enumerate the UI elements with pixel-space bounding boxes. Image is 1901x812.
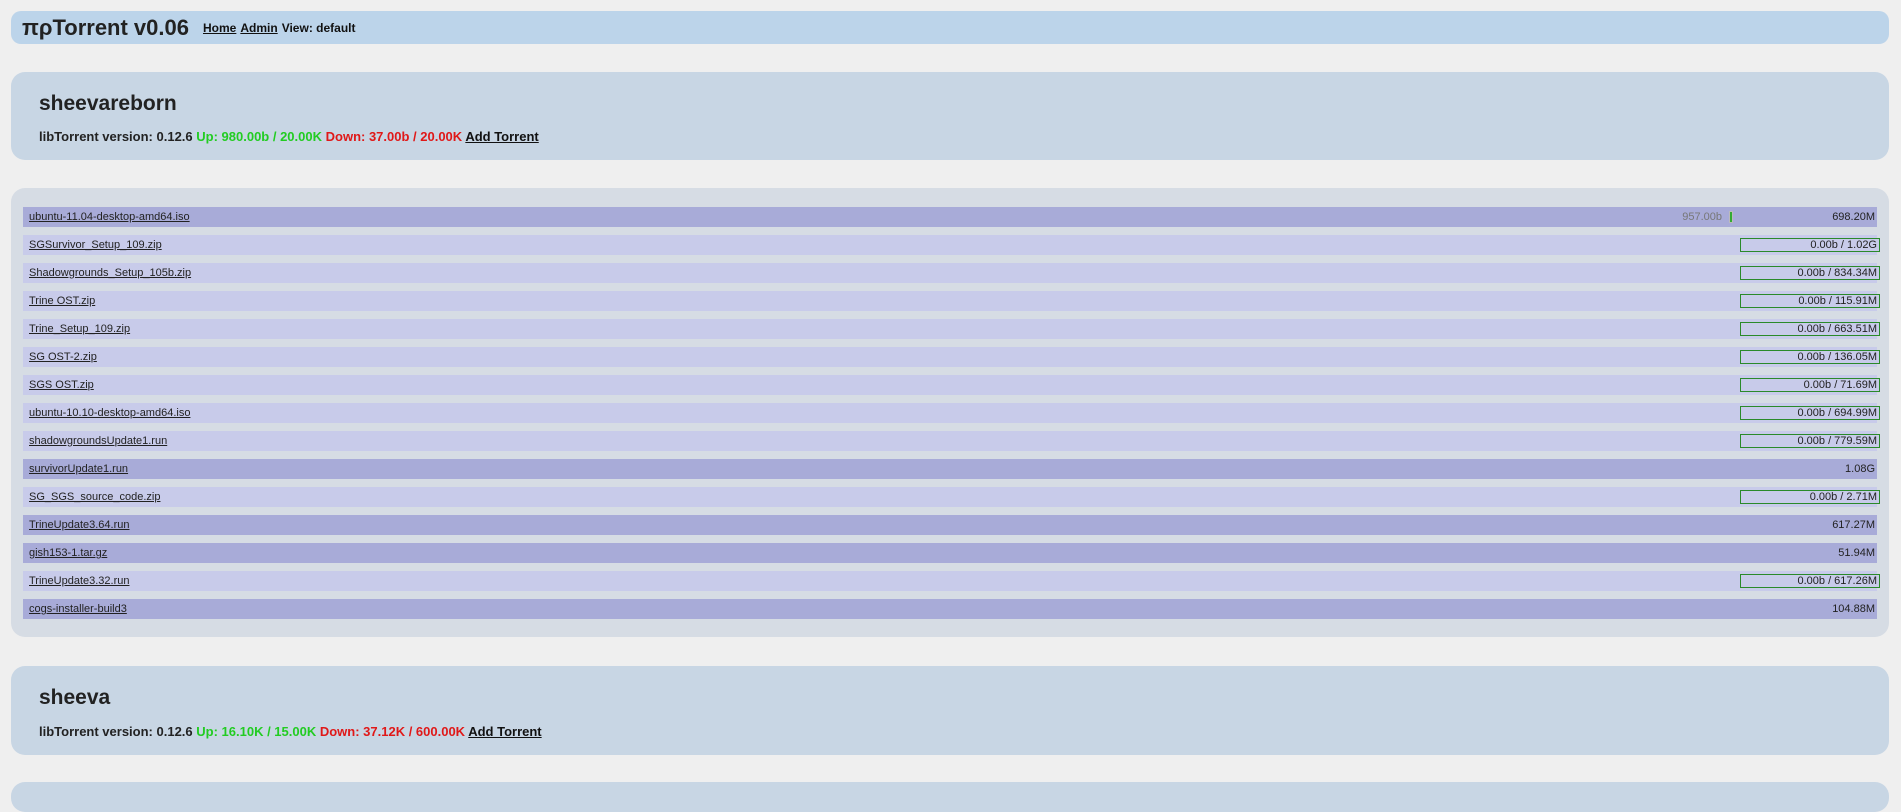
nav-home-link[interactable]: Home <box>203 21 236 35</box>
progress-box: 0.00b / 834.34M <box>1740 266 1880 280</box>
server-name: sheevareborn <box>39 92 177 115</box>
add-torrent-link[interactable]: Add Torrent <box>465 129 538 144</box>
server-panel-sheevareborn: sheevareborn libTorrent version: 0.12.6 … <box>11 72 1889 160</box>
torrent-name-link[interactable]: SG OST-2.zip <box>29 351 97 363</box>
progress-box: 0.00b / 779.59M <box>1740 434 1880 448</box>
server-panel-sheeva: sheeva libTorrent version: 0.12.6 Up: 16… <box>11 666 1889 755</box>
torrent-size: 51.94M <box>1838 547 1875 559</box>
torrent-row[interactable]: ubuntu-11.04-desktop-amd64.iso 957.00b 698… <box>23 207 1877 227</box>
torrent-size: 617.27M <box>1832 519 1875 531</box>
progress-box: 0.00b / 2.71M <box>1740 490 1880 504</box>
activity-meter <box>1729 211 1733 223</box>
torrent-name-link[interactable]: Shadowgrounds_Setup_105b.zip <box>29 267 191 279</box>
torrent-row[interactable]: Trine_Setup_109.zip 0.00b / 663.51M <box>23 319 1880 339</box>
top-bar: πρTorrent v0.06 Home Admin View: default <box>11 11 1889 44</box>
lib-version: libTorrent version: 0.12.6 <box>39 724 193 739</box>
torrent-size: 1.08G <box>1845 463 1875 475</box>
torrent-row[interactable]: SG OST-2.zip 0.00b / 136.05M <box>23 347 1880 367</box>
next-panel-edge <box>11 782 1889 812</box>
upload-rate: Up: 16.10K / 15.00K <box>196 724 317 739</box>
torrent-row[interactable]: SG_SGS_source_code.zip 0.00b / 2.71M <box>23 487 1880 507</box>
torrent-name-link[interactable]: TrineUpdate3.64.run <box>29 519 130 531</box>
torrent-name-link[interactable]: TrineUpdate3.32.run <box>29 575 130 587</box>
torrent-row[interactable]: TrineUpdate3.64.run 617.27M <box>23 515 1877 535</box>
progress-box: 0.00b / 617.26M <box>1740 574 1880 588</box>
server-info: libTorrent version: 0.12.6 Up: 16.10K / … <box>39 724 542 739</box>
progress-box: 0.00b / 115.91M <box>1740 294 1880 308</box>
upload-rate: Up: 980.00b / 20.00K <box>196 129 322 144</box>
torrent-row[interactable]: survivorUpdate1.run 1.08G <box>23 459 1877 479</box>
torrent-row[interactable]: Trine OST.zip 0.00b / 115.91M <box>23 291 1880 311</box>
torrent-list: ubuntu-11.04-desktop-amd64.iso 957.00b 698… <box>11 188 1889 637</box>
torrent-name-link[interactable]: SG_SGS_source_code.zip <box>29 491 160 503</box>
add-torrent-link[interactable]: Add Torrent <box>468 724 541 739</box>
torrent-row[interactable]: TrineUpdate3.32.run 0.00b / 617.26M <box>23 571 1880 591</box>
torrent-name-link[interactable]: Trine_Setup_109.zip <box>29 323 130 335</box>
torrent-name-link[interactable]: SGS OST.zip <box>29 379 94 391</box>
torrent-row[interactable]: SGSurvivor_Setup_109.zip 0.00b / 1.02G <box>23 235 1880 255</box>
progress-box: 0.00b / 1.02G <box>1740 238 1880 252</box>
download-rate: Down: 37.12K / 600.00K <box>319 724 466 739</box>
torrent-name-link[interactable]: SGSurvivor_Setup_109.zip <box>29 239 162 251</box>
torrent-row[interactable]: SGS OST.zip 0.00b / 71.69M <box>23 375 1880 395</box>
view-label: View: default <box>281 20 356 35</box>
torrent-row[interactable]: Shadowgrounds_Setup_105b.zip 0.00b / 834.… <box>23 263 1880 283</box>
server-name: sheeva <box>39 686 111 709</box>
progress-box: 0.00b / 136.05M <box>1740 350 1880 364</box>
progress-box: 0.00b / 71.69M <box>1740 378 1880 392</box>
download-rate: Down: 37.00b / 20.00K <box>325 129 463 144</box>
torrent-row[interactable]: gish153-1.tar.gz 51.94M <box>23 543 1877 563</box>
lib-version: libTorrent version: 0.12.6 <box>39 129 193 144</box>
torrent-row[interactable]: ubuntu-10.10-desktop-amd64.iso 0.00b / 69… <box>23 403 1880 423</box>
torrent-name-link[interactable]: cogs-installer-build3 <box>29 603 127 615</box>
transfer-rate: 957.00b <box>1682 211 1722 223</box>
progress-box: 0.00b / 663.51M <box>1740 322 1880 336</box>
torrent-name-link[interactable]: shadowgroundsUpdate1.run <box>29 435 167 447</box>
app-title: πρTorrent v0.06 <box>22 14 189 40</box>
torrent-row[interactable]: cogs-installer-build3 104.88M <box>23 599 1877 619</box>
torrent-name-link[interactable]: survivorUpdate1.run <box>29 463 128 475</box>
torrent-size: 104.88M <box>1832 603 1875 615</box>
torrent-row[interactable]: shadowgroundsUpdate1.run 0.00b / 779.59M <box>23 431 1880 451</box>
torrent-name-link[interactable]: Trine OST.zip <box>29 295 95 307</box>
server-info: libTorrent version: 0.12.6 Up: 980.00b /… <box>39 129 539 144</box>
torrent-name-link[interactable]: gish153-1.tar.gz <box>29 547 107 559</box>
nav-admin-link[interactable]: Admin <box>240 21 277 35</box>
torrent-size: 698.20M <box>1832 211 1875 223</box>
torrent-name-link[interactable]: ubuntu-11.04-desktop-amd64.iso <box>29 211 190 223</box>
progress-box: 0.00b / 694.99M <box>1740 406 1880 420</box>
torrent-name-link[interactable]: ubuntu-10.10-desktop-amd64.iso <box>29 407 190 419</box>
